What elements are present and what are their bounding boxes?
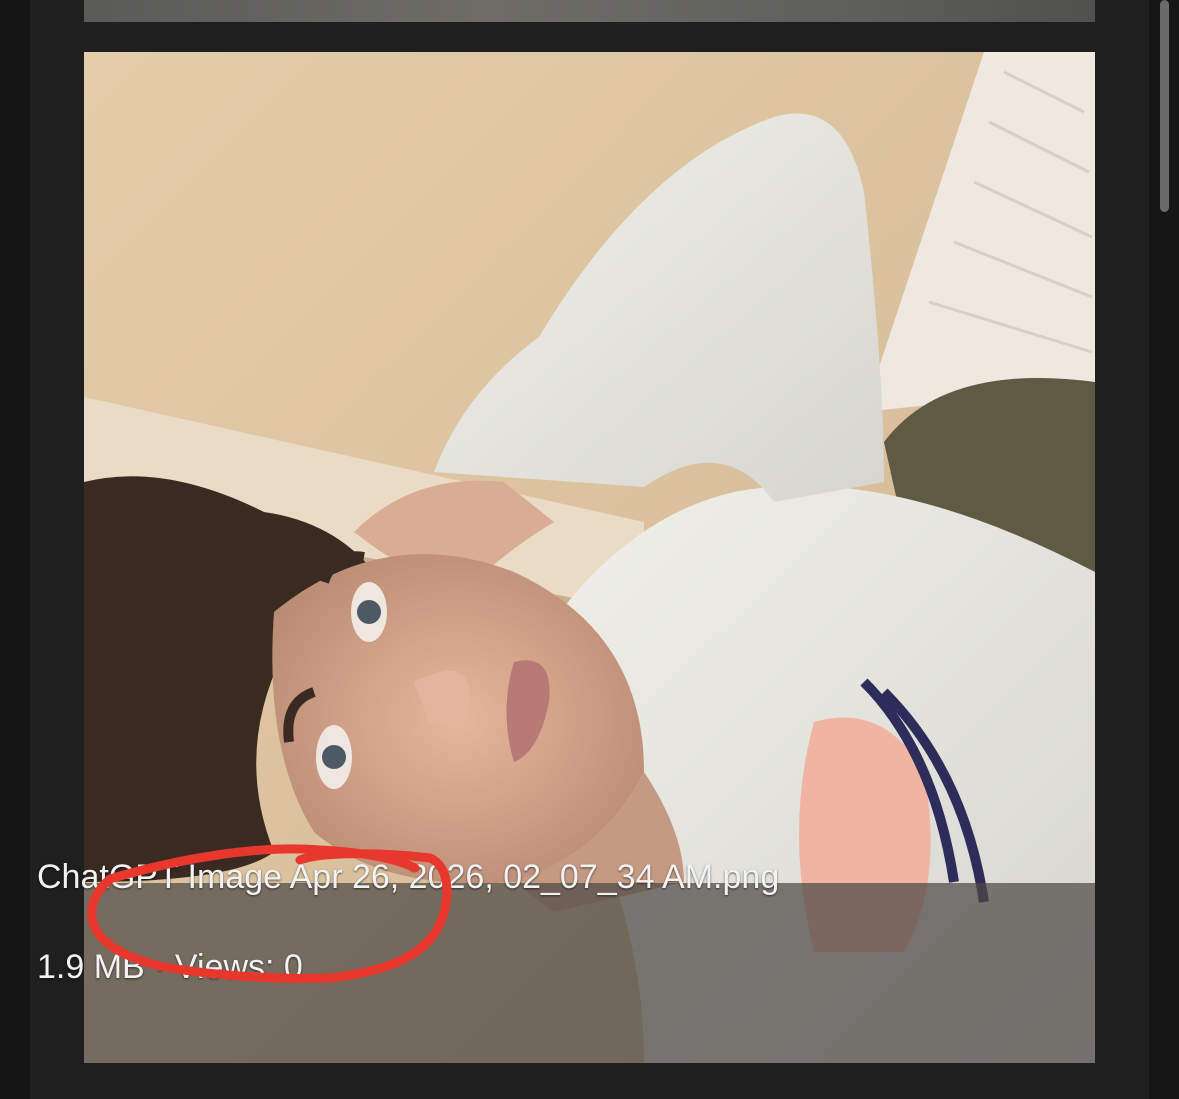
gallery-card[interactable] [84,52,1095,1063]
previous-gallery-card[interactable] [84,0,1095,22]
file-meta: 1.9 MB · Views: 0 [37,948,303,986]
page: ChatGPT Image Apr 26, 2026, 02_07_34 AM.… [0,0,1179,1099]
file-name[interactable]: ChatGPT Image Apr 26, 2026, 02_07_34 AM.… [37,858,779,897]
scrollbar-thumb[interactable] [1160,0,1169,212]
